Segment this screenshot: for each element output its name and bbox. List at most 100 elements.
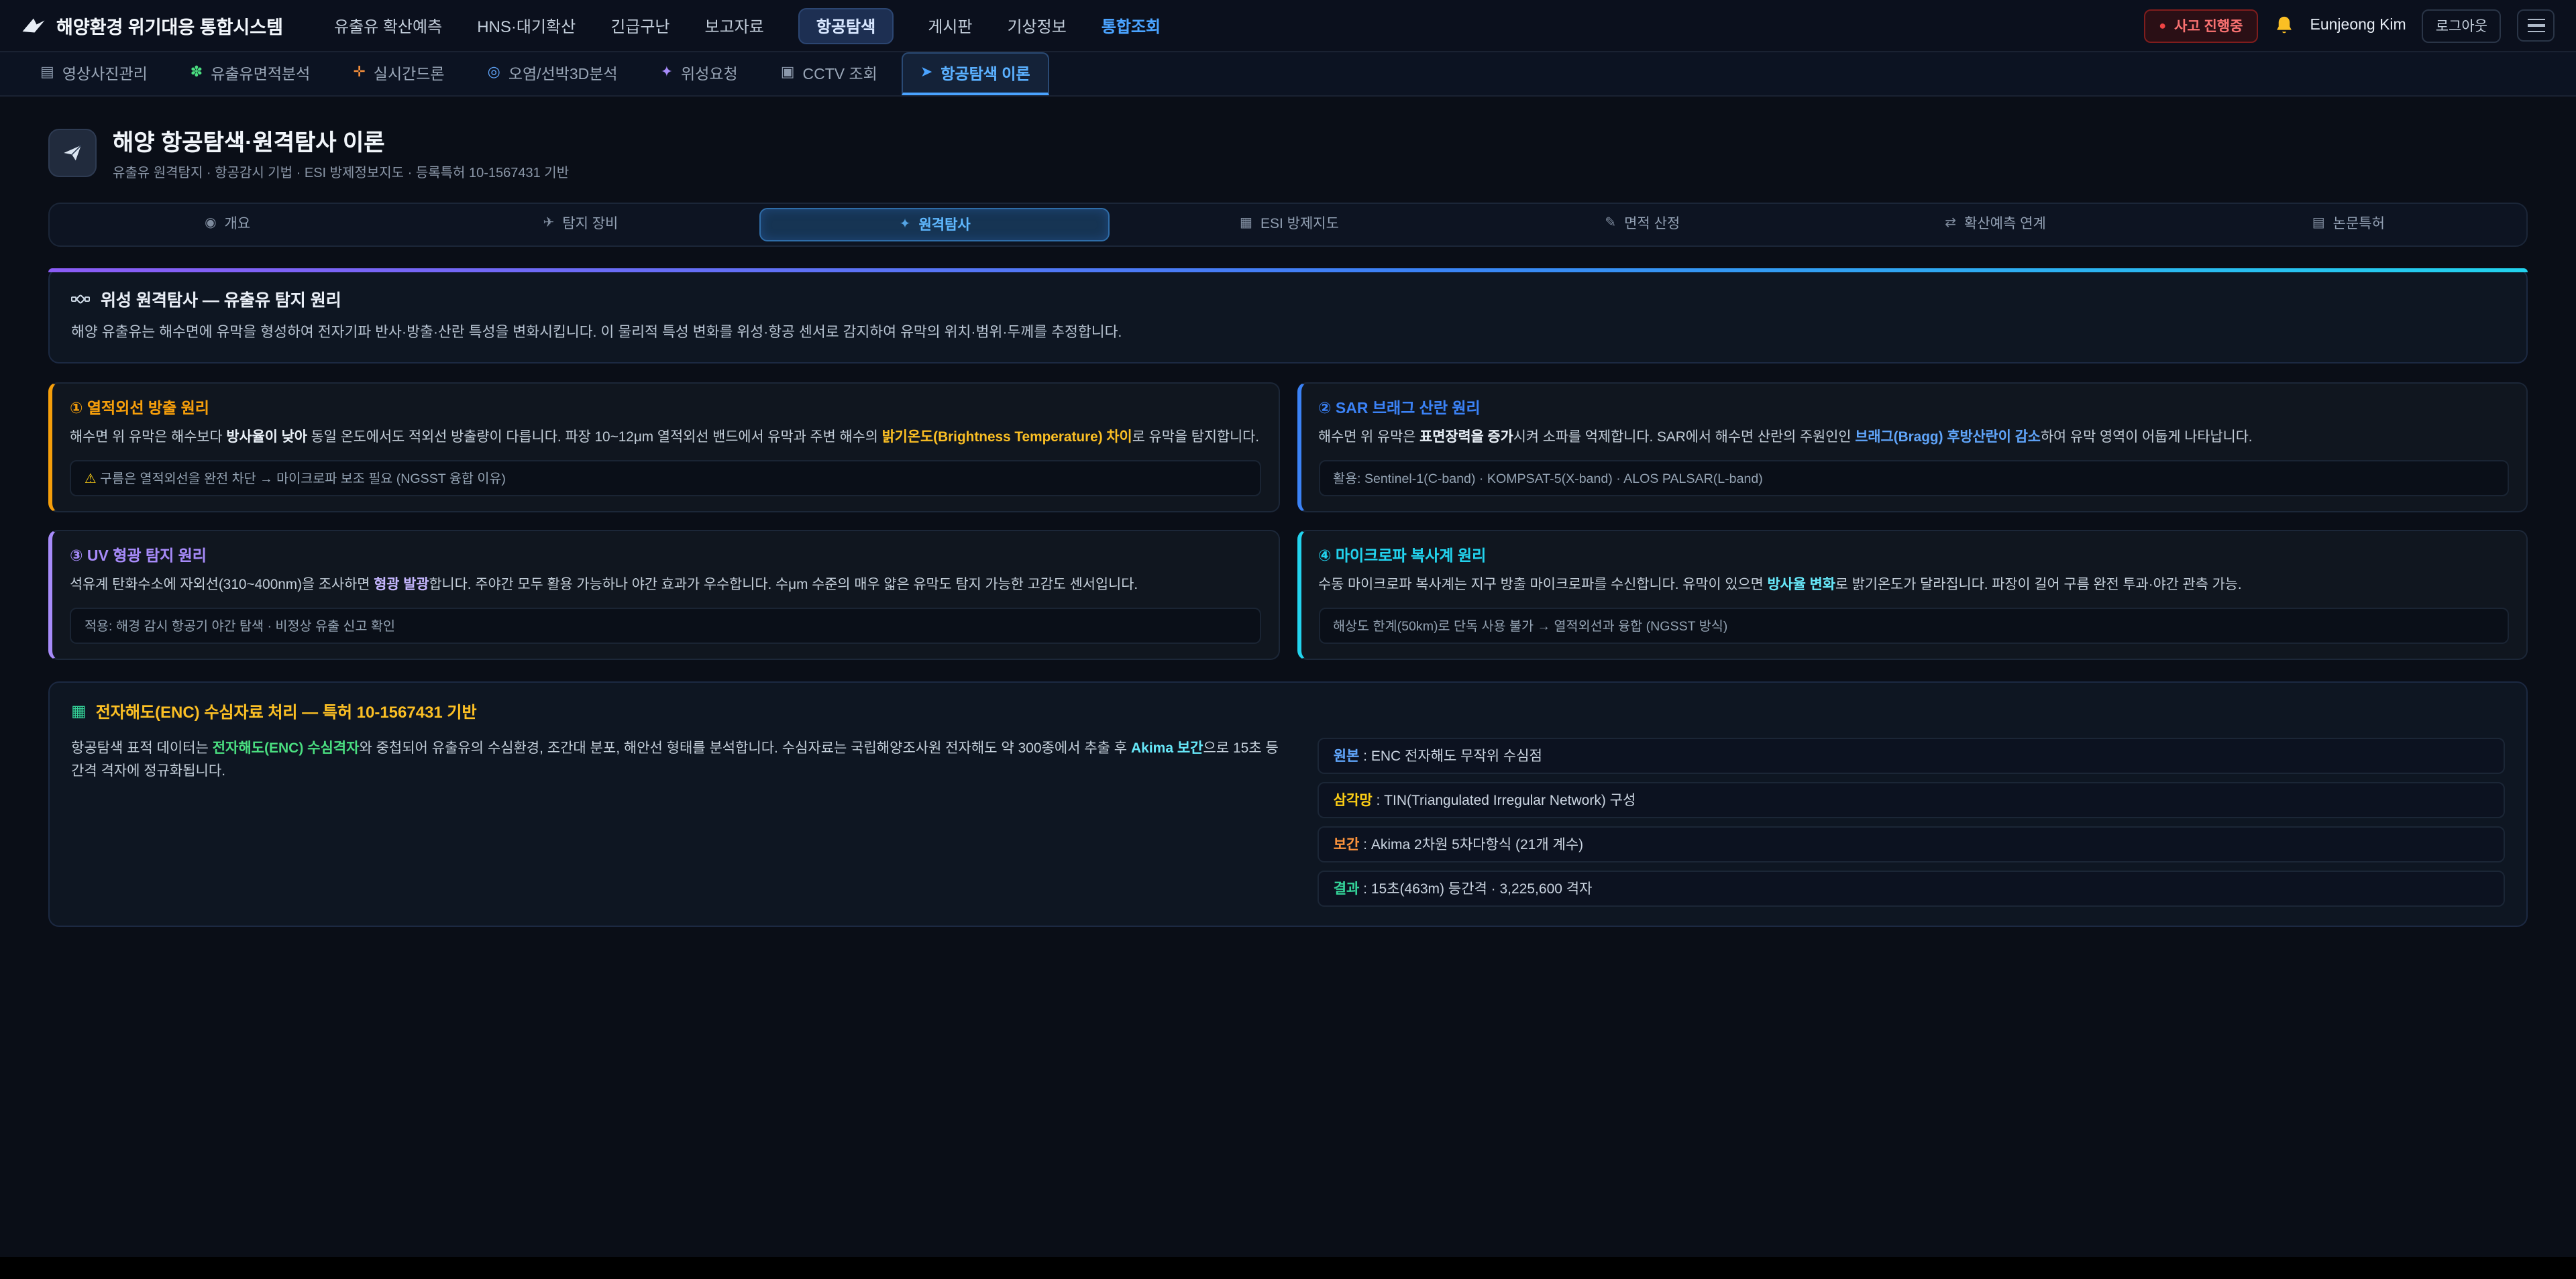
tab-oil-area-analysis[interactable]: ✽ 유출유면적분석: [172, 52, 329, 95]
menu-item-board[interactable]: 게시판: [928, 14, 972, 37]
tab-label: CCTV 조회: [803, 62, 877, 84]
satellite-icon: [71, 289, 90, 308]
card-title: ③ UV 형광 탐지 원리: [70, 545, 1260, 566]
paper-plane-icon: ➤: [920, 66, 932, 80]
card-note: 해상도 한계(50km)로 단독 사용 불가 → 열적외선과 융합 (NGSST…: [1318, 608, 2509, 644]
card-microwave-radiometer: ④ 마이크로파 복사계 원리 수동 마이크로파 복사계는 지구 방출 마이크로파…: [1297, 530, 2528, 660]
card-body: 해수면 위 유막은 해수보다 방사율이 낮아 동일 온도에서도 적외선 방출량이…: [70, 427, 1260, 449]
images-icon: ▤: [40, 66, 54, 80]
menu-item-reports[interactable]: 보고자료: [705, 14, 764, 37]
enc-row-source: 원본 : ENC 전자해도 무작위 수심점: [1318, 738, 2505, 774]
tab-cctv-view[interactable]: ▣ CCTV 조회: [762, 52, 896, 95]
enc-row-label: 원본: [1334, 748, 1360, 765]
enc-bathymetry-panel: ▦ 전자해도(ENC) 수심자료 처리 — 특허 10-1567431 기반 항…: [48, 681, 2528, 927]
tab-label: 유출유면적분석: [211, 62, 310, 84]
enc-row-text: : 15초(463m) 등간격 · 3,225,600 격자: [1359, 881, 1592, 897]
nav-right-cluster: ● 사고 진행중 Eunjeong Kim 로그아웃: [2144, 9, 2555, 42]
tab-label: 오염/선박3D분석: [508, 62, 618, 84]
menu-item-integrated-search[interactable]: 통합조회: [1102, 14, 1161, 37]
pill-label: 논문특허: [2333, 213, 2385, 233]
chart-grid-icon: ▦: [71, 702, 87, 721]
enc-content: 항공탐색 표적 데이터는 전자해도(ENC) 수심격자와 중첩되어 유출유의 수…: [71, 738, 2505, 907]
pill-label: 탐지 장비: [562, 213, 618, 233]
notification-bell-icon[interactable]: [2274, 15, 2294, 36]
user-name: Eunjeong Kim: [2310, 17, 2406, 34]
eye-icon: ◉: [205, 216, 216, 231]
menu-item-aerial-search[interactable]: 항공탐색: [799, 7, 893, 44]
tab-satellite-request[interactable]: ✦ 위성요청: [642, 52, 757, 95]
top-navigation: 해양환경 위기대응 통합시스템 유출유 확산예측 HNS·대기확산 긴급구난 보…: [0, 0, 2576, 52]
pill-esi-map[interactable]: ▦ ESI 방제지도: [1116, 208, 1463, 239]
enc-row-tin: 삼각망 : TIN(Triangulated Irregular Network…: [1318, 782, 2505, 818]
brand: 해양환경 위기대응 통합시스템: [21, 12, 283, 39]
pill-detection-equipment[interactable]: ✈ 탐지 장비: [407, 208, 754, 239]
principle-cards-grid: ① 열적외선 방출 원리 해수면 위 유막은 해수보다 방사율이 낮아 동일 온…: [48, 382, 2528, 660]
sub-tabbar: ▤ 영상사진관리 ✽ 유출유면적분석 ✛ 실시간드론 ◎ 오염/선박3D분석 ✦…: [0, 52, 2576, 97]
pill-remote-sensing[interactable]: ✦ 원격탐사: [760, 208, 1110, 241]
menu-item-weather[interactable]: 기상정보: [1007, 14, 1066, 37]
card-note: 활용: Sentinel-1(C-band) · KOMPSAT-5(X-ban…: [1318, 460, 2509, 496]
tab-label: 위성요청: [681, 62, 738, 84]
card-title: ① 열적외선 방출 원리: [70, 396, 1260, 418]
enc-row-result: 결과 : 15초(463m) 등간격 · 3,225,600 격자: [1318, 871, 2505, 907]
link-arrows-icon: ⇄: [1945, 216, 1956, 231]
incident-status-badge: ● 사고 진행중: [2144, 9, 2257, 42]
pill-overview[interactable]: ◉ 개요: [54, 208, 401, 239]
analysis-burst-icon: ✽: [191, 66, 203, 80]
tab-label: 실시간드론: [374, 62, 445, 84]
main-menu: 유출유 확산예측 HNS·대기확산 긴급구난 보고자료 항공탐색 게시판 기상정…: [334, 7, 2144, 44]
drone-icon: ✛: [353, 66, 365, 80]
tab-label: 항공탐색 이론: [941, 62, 1030, 84]
menu-item-spill-prediction[interactable]: 유출유 확산예측: [334, 14, 442, 37]
card-body: 석유계 탄화수소에 자외선(310~400nm)을 조사하면 형광 발광합니다.…: [70, 575, 1260, 597]
wing-logo-icon: [21, 16, 46, 35]
card-thermal-infrared: ① 열적외선 방출 원리 해수면 위 유막은 해수보다 방사율이 낮아 동일 온…: [48, 382, 1279, 512]
enc-row-label: 결과: [1334, 881, 1360, 897]
document-icon: ▤: [2312, 216, 2325, 231]
logout-button[interactable]: 로그아웃: [2422, 9, 2501, 42]
enc-row-interpolation: 보간 : Akima 2차원 5차다항식 (21개 계수): [1318, 826, 2505, 863]
section-pill-nav: ◉ 개요 ✈ 탐지 장비 ✦ 원격탐사 ▦ ESI 방제지도 ✎ 면적 산정 ⇄…: [48, 203, 2528, 247]
tab-aerial-search-theory[interactable]: ➤ 항공탐색 이론: [902, 52, 1049, 95]
enc-title: 전자해도(ENC) 수심자료 처리 — 특허 10-1567431 기반: [96, 700, 477, 723]
hamburger-menu-icon[interactable]: [2517, 9, 2555, 42]
card-sar-bragg: ② SAR 브래그 산란 원리 해수면 위 유막은 표면장력을 증가시켜 소파를…: [1297, 382, 2528, 512]
map-grid-icon: ▦: [1240, 216, 1252, 231]
pill-label: ESI 방제지도: [1260, 213, 1339, 233]
card-title: ④ 마이크로파 복사계 원리: [1318, 545, 2509, 566]
card-body: 수동 마이크로파 복사계는 지구 방출 마이크로파를 수신합니다. 유막이 있으…: [1318, 575, 2509, 597]
enc-row-text: : ENC 전자해도 무작위 수심점: [1359, 748, 1542, 765]
enc-row-text: : TIN(Triangulated Irregular Network) 구성: [1373, 793, 1636, 809]
pill-label: 확산예측 연계: [1964, 213, 2046, 233]
remote-sensing-intro-panel: 위성 원격탐사 — 유출유 탐지 원리 해양 유출유는 해수면에 유막을 형성하…: [48, 268, 2528, 363]
pill-papers-patents[interactable]: ▤ 논문특허: [2175, 208, 2522, 239]
enc-row-text: : Akima 2차원 5차다항식 (21개 계수): [1359, 837, 1583, 853]
satellite-icon: ✦: [900, 217, 911, 232]
app-root: 해양환경 위기대응 통합시스템 유출유 확산예측 HNS·대기확산 긴급구난 보…: [0, 0, 2576, 1279]
pill-label: 면적 산정: [1624, 213, 1680, 233]
pill-area-calculation[interactable]: ✎ 면적 산정: [1468, 208, 1816, 239]
cctv-icon: ▣: [781, 66, 795, 80]
tab-pollution-ship-3d[interactable]: ◎ 오염/선박3D분석: [469, 52, 637, 95]
menu-item-emergency-rescue[interactable]: 긴급구난: [610, 14, 669, 37]
magnifier-icon: ◎: [488, 66, 500, 80]
page-paper-plane-icon: [48, 128, 97, 176]
card-body: 해수면 위 유막은 표면장력을 증가시켜 소파를 억제합니다. SAR에서 해수…: [1318, 427, 2509, 449]
page-title: 해양 항공탐색·원격탐사 이론: [113, 123, 569, 157]
enc-row-label: 보간: [1334, 837, 1360, 853]
satellite-icon: ✦: [661, 66, 673, 80]
plane-icon: ✈: [543, 216, 554, 231]
page-header: 해양 항공탐색·원격탐사 이론 유출유 원격탐지 · 항공감시 기법 · ESI…: [48, 123, 2528, 181]
main-content: 해양 항공탐색·원격탐사 이론 유출유 원격탐지 · 항공감시 기법 · ESI…: [0, 123, 2576, 967]
menu-item-hns-atmos[interactable]: HNS·대기확산: [477, 14, 576, 37]
pill-label: 원격탐사: [918, 215, 970, 235]
intro-title-row: 위성 원격탐사 — 유출유 탐지 원리: [71, 286, 2505, 311]
pill-label: 개요: [225, 213, 251, 233]
tab-image-photo-mgmt[interactable]: ▤ 영상사진관리: [21, 52, 166, 95]
enc-title-row: ▦ 전자해도(ENC) 수심자료 처리 — 특허 10-1567431 기반: [71, 700, 2505, 723]
incident-dot-icon: ●: [2159, 19, 2166, 32]
enc-description: 항공탐색 표적 데이터는 전자해도(ENC) 수심격자와 중첩되어 유출유의 수…: [71, 738, 1283, 783]
tab-realtime-drone[interactable]: ✛ 실시간드론: [334, 52, 463, 95]
pill-diffusion-link[interactable]: ⇄ 확산예측 연계: [1821, 208, 2169, 239]
intro-title: 위성 원격탐사 — 유출유 탐지 원리: [101, 286, 341, 311]
